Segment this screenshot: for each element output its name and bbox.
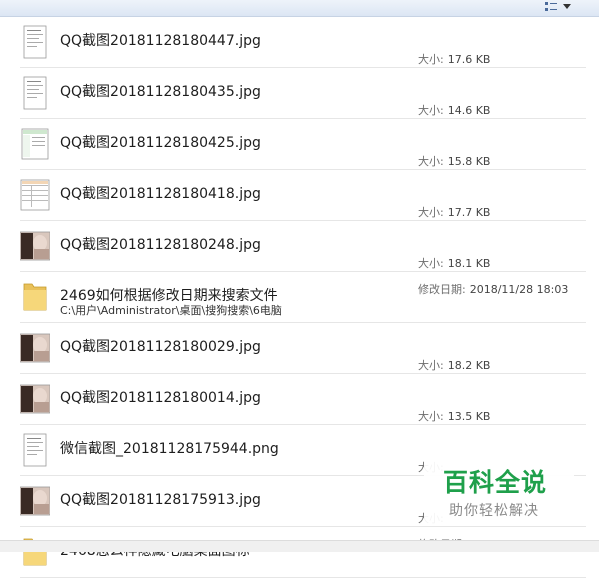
file-size: 大小: 15.8 KB bbox=[418, 153, 490, 169]
file-size: 大小: 17.6 KB bbox=[418, 51, 490, 67]
toolbar bbox=[0, 0, 599, 17]
file-name: QQ截图20181128180435.jpg bbox=[60, 84, 261, 100]
file-result-row[interactable]: QQ截图20181128180447.jpg 大小: 17.6 KB bbox=[20, 17, 586, 68]
file-name: QQ截图20181128180014.jpg bbox=[60, 390, 261, 406]
size-value: 17.6 KB bbox=[447, 53, 491, 66]
image-thumbnail-icon bbox=[20, 384, 50, 414]
file-size: 大小: 17.7 KB bbox=[418, 204, 490, 220]
file-result-row[interactable]: QQ截图20181128180418.jpg 大小: 17.7 KB bbox=[20, 170, 586, 221]
file-size: 大小: 18.1 KB bbox=[418, 255, 490, 271]
file-size: 大小: 18.2 KB bbox=[418, 357, 490, 373]
size-label: 大小: bbox=[418, 104, 444, 117]
folder-result-row[interactable]: 2468怎么样隐藏电脑桌面图标修改日期:2018/11/28 17:58 bbox=[20, 527, 586, 578]
file-name: QQ截图20181128180418.jpg bbox=[60, 186, 261, 202]
horizontal-scrollbar[interactable] bbox=[0, 540, 599, 552]
size-value: 14.6 KB bbox=[447, 104, 491, 117]
file-name: QQ截图20181128180425.jpg bbox=[60, 135, 261, 151]
file-name: 微信截图_20181128175944.png bbox=[60, 441, 279, 457]
image-thumbnail-icon bbox=[20, 486, 50, 516]
image-thumbnail-icon bbox=[20, 231, 50, 261]
image-thumbnail-icon bbox=[21, 128, 49, 160]
image-thumbnail-icon bbox=[23, 76, 47, 110]
file-name: QQ截图20181128180447.jpg bbox=[60, 33, 261, 49]
watermark-subtitle: 助你轻松解决 bbox=[449, 503, 539, 519]
folder-path: C:\用户\Administrator\桌面\搜狗搜索\6电脑 bbox=[60, 304, 282, 317]
file-result-row[interactable]: QQ截图20181128180425.jpg 大小: 15.8 KB bbox=[20, 119, 586, 170]
file-result-row[interactable]: QQ截图20181128180029.jpg 大小: 18.2 KB bbox=[20, 323, 586, 374]
folder-result-row[interactable]: 2469如何根据修改日期来搜索文件 C:\用户\Administrator\桌面\… bbox=[20, 272, 586, 323]
size-value: 18.2 KB bbox=[447, 359, 491, 372]
folder-icon bbox=[23, 283, 47, 311]
file-result-row[interactable]: QQ截图20181128180014.jpg 大小: 13.5 KB bbox=[20, 374, 586, 425]
size-value: 13.5 KB bbox=[447, 410, 491, 423]
size-label: 大小: bbox=[418, 53, 444, 66]
file-size: 大小: 14.6 KB bbox=[418, 102, 490, 118]
size-label: 大小: bbox=[418, 206, 444, 219]
view-options-icon bbox=[545, 2, 557, 11]
file-result-row[interactable]: QQ截图20181128180435.jpg 大小: 14.6 KB bbox=[20, 68, 586, 119]
size-label: 大小: bbox=[418, 257, 444, 270]
chevron-down-icon bbox=[563, 4, 571, 9]
file-name: QQ截图20181128175913.jpg bbox=[60, 492, 261, 508]
file-result-row[interactable]: QQ截图20181128180248.jpg 大小: 18.1 KB bbox=[20, 221, 586, 272]
size-label: 大小: bbox=[418, 410, 444, 423]
file-size: 大小: 13.5 KB bbox=[418, 408, 490, 424]
watermark-title: 百科全说 bbox=[443, 468, 548, 497]
file-name: QQ截图20181128180029.jpg bbox=[60, 339, 261, 355]
change-view-button[interactable] bbox=[545, 0, 587, 14]
image-thumbnail-icon bbox=[20, 333, 50, 363]
image-thumbnail-icon bbox=[23, 25, 47, 59]
file-name: QQ截图20181128180248.jpg bbox=[60, 237, 261, 253]
image-thumbnail-icon bbox=[23, 433, 47, 467]
size-value: 17.7 KB bbox=[447, 206, 491, 219]
modified-date: 修改日期: 2018/11/28 18:03 bbox=[418, 281, 568, 297]
size-value: 15.8 KB bbox=[447, 155, 491, 168]
watermark-logo: 百科全说 助你轻松解决 bbox=[424, 455, 574, 525]
size-label: 大小: bbox=[418, 359, 444, 372]
modified-label: 修改日期: bbox=[418, 283, 466, 296]
size-value: 18.1 KB bbox=[447, 257, 491, 270]
modified-value: 2018/11/28 18:03 bbox=[469, 283, 569, 296]
size-label: 大小: bbox=[418, 155, 444, 168]
image-thumbnail-icon bbox=[20, 179, 50, 211]
